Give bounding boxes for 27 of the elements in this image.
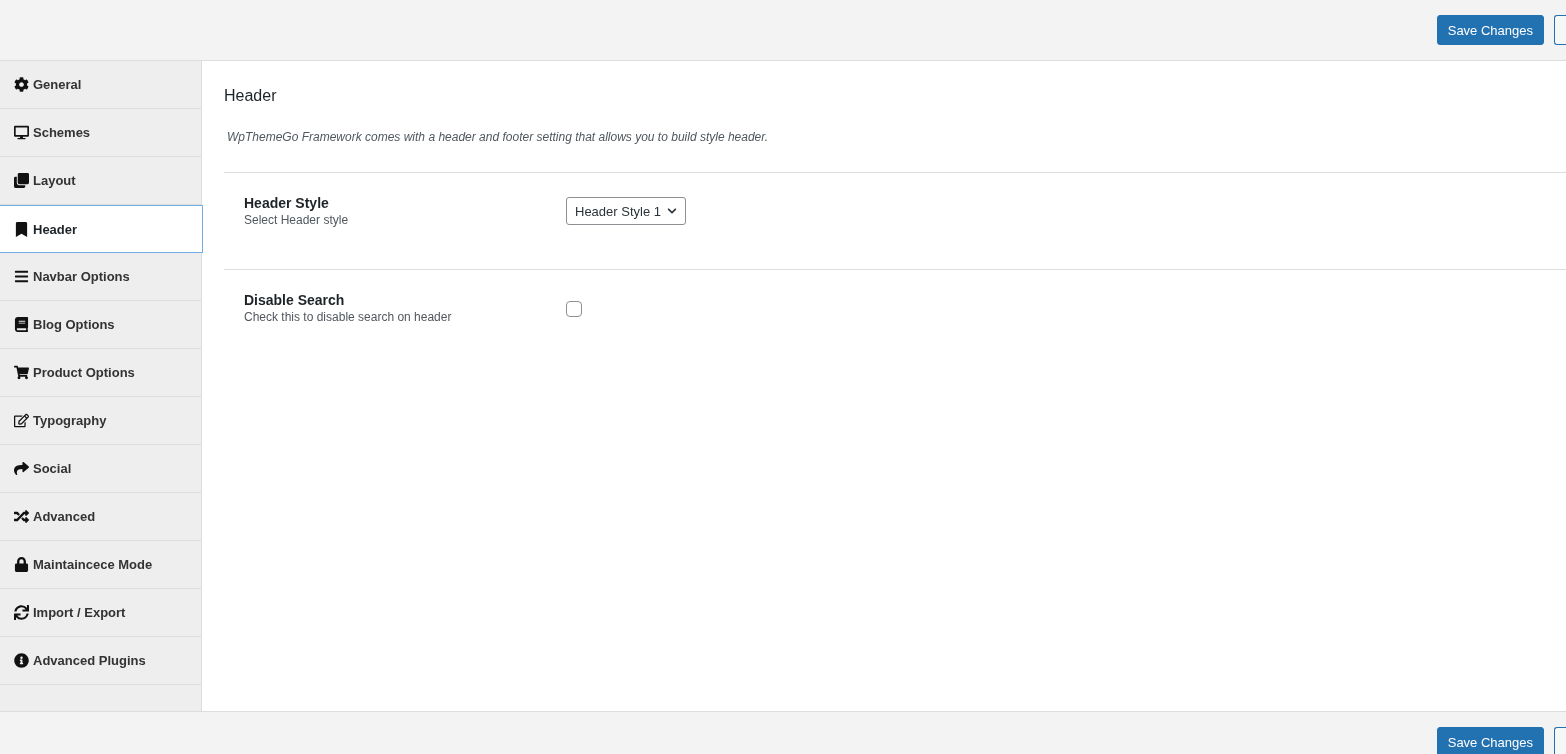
share-arrow-icon xyxy=(14,461,29,476)
bookmark-icon xyxy=(14,221,29,237)
partial-button[interactable] xyxy=(1554,727,1566,754)
shuffle-icon xyxy=(14,509,29,524)
cart-icon xyxy=(14,365,29,380)
monitor-icon xyxy=(14,125,29,140)
edit-icon xyxy=(14,413,29,428)
partial-button[interactable] xyxy=(1554,15,1566,45)
book-icon xyxy=(14,317,29,332)
field-help: Select Header style xyxy=(244,213,350,227)
copies-icon xyxy=(14,173,29,188)
section-description: WpThemeGo Framework comes with a header and footer setting that allows you to build style header. xyxy=(227,130,770,144)
refresh-icon xyxy=(14,605,29,620)
save-changes-button[interactable]: Save Changes xyxy=(1436,15,1544,45)
gear-icon xyxy=(14,77,29,92)
section-title: Header xyxy=(224,87,278,105)
chevron-icon xyxy=(667,206,677,216)
checkbox[interactable] xyxy=(566,301,582,317)
field-label: Disable Search xyxy=(244,292,346,308)
select-dropdown[interactable]: Header Style 1 xyxy=(566,197,686,225)
lock-icon xyxy=(14,557,29,572)
info-icon xyxy=(14,653,29,668)
menu-icon xyxy=(14,269,29,284)
field-help: Check this to disable search on header xyxy=(244,310,453,324)
save-changes-button[interactable]: Save Changes xyxy=(1436,727,1544,754)
field-label: Header Style xyxy=(244,195,330,211)
sidebar-item[interactable]: Header xyxy=(0,205,203,253)
